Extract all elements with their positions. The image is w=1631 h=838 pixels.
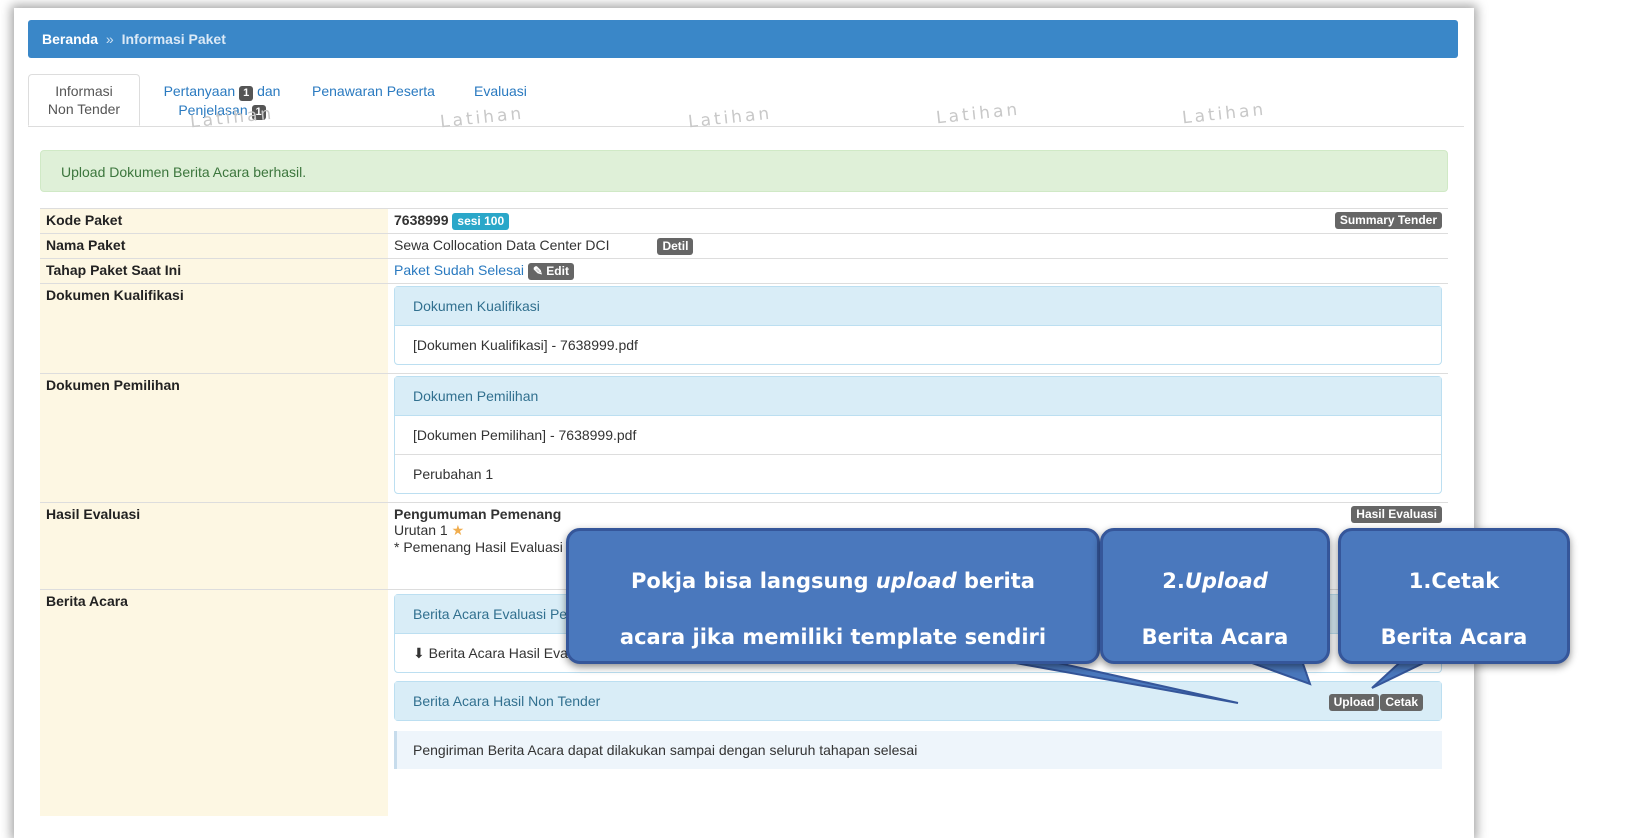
row-label: Dokumen Pemilihan [40,373,388,503]
row-label: Dokumen Kualifikasi [40,283,388,374]
edit-button[interactable]: ✎ Edit [527,263,574,280]
breadcrumb: Beranda » Informasi Paket [28,20,1458,58]
row-label: Berita Acara [40,589,388,816]
detil-button[interactable]: Detil [657,238,694,255]
callout-text: Pokja bisa langsung [631,569,876,593]
tab-evaluasi[interactable]: Evaluasi [474,82,527,100]
package-info-table: Kode Paket 7638999 sesi 100 Summary Tend… [40,208,1448,816]
callout-upload: 2.Upload Berita Acara [1100,528,1330,664]
breadcrumb-current: Informasi Paket [121,31,226,47]
panel-title: Dokumen Pemilihan [395,377,1441,416]
row-label: Kode Paket [40,208,388,234]
success-alert: Upload Dokumen Berita Acara berhasil. [40,150,1448,192]
row-label: Hasil Evaluasi [40,502,388,590]
package-name: Sewa Collocation Data Center DCI [394,237,610,253]
row-label: Tahap Paket Saat Ini [40,258,388,284]
document-link[interactable]: [Dokumen Pemilihan] - 7638999.pdf [395,416,1441,455]
callout-template-upload: Pokja bisa langsung upload berita acara … [566,528,1100,664]
table-row: Kode Paket 7638999 sesi 100 Summary Tend… [40,208,1448,234]
winner-announcement-title: Pengumuman Pemenang [394,506,562,522]
table-row: Dokumen Kualifikasi Dokumen Kualifikasi … [40,283,1448,374]
table-row: Dokumen Pemilihan Dokumen Pemilihan [Dok… [40,373,1448,503]
breadcrumb-home[interactable]: Beranda [42,31,98,47]
count-badge: 1 [239,86,254,101]
session-badge: sesi 100 [452,213,510,230]
callout-text: 1.Cetak [1408,569,1500,593]
download-icon: ⬇ [413,645,425,661]
callout-text: Berita Acara [1141,625,1289,649]
star-icon: ★ [451,522,465,538]
upload-button[interactable]: Upload [1328,694,1380,711]
callout-text: Berita Acara [1380,625,1528,649]
table-row: Tahap Paket Saat Ini Paket Sudah Selesai… [40,258,1448,284]
cetak-button[interactable]: Cetak [1380,694,1423,711]
breadcrumb-separator: » [105,31,114,47]
tab-label: dan [257,83,281,99]
callout-cetak: 1.Cetak Berita Acara [1338,528,1570,664]
table-row: Nama Paket Sewa Collocation Data Center … [40,233,1448,259]
callout-text-em: Upload [1184,569,1268,593]
stage-link[interactable]: Paket Sudah Selesai [394,262,524,278]
tab-informasi-non-tender[interactable]: Informasi Non Tender [28,74,140,126]
callout-text: acara jika memiliki template sendiri [619,625,1047,649]
edit-icon: ✎ [532,264,543,278]
pemilihan-panel: Dokumen Pemilihan [Dokumen Pemilihan] - … [394,376,1442,494]
kualifikasi-panel: Dokumen Kualifikasi [Dokumen Kualifikasi… [394,286,1442,365]
panel-header: Berita Acara Hasil Non Tender Upload Ceta… [395,682,1441,720]
rank-label: Urutan 1 [394,522,448,538]
document-link[interactable]: [Dokumen Kualifikasi] - 7638999.pdf [395,326,1441,364]
tab-label: Pertanyaan [163,83,236,99]
panel-title: Dokumen Kualifikasi [395,287,1441,326]
info-note: Pengiriman Berita Acara dapat dilakukan … [394,731,1442,769]
edit-label: Edit [546,264,569,278]
tab-penawaran-peserta[interactable]: Penawaran Peserta [312,82,435,100]
berita-acara-non-tender-panel: Berita Acara Hasil Non Tender Upload Ceta… [394,681,1442,721]
hasil-evaluasi-button[interactable]: Hasil Evaluasi [1351,506,1442,523]
callout-text: 2. [1162,569,1185,593]
summary-tender-button[interactable]: Summary Tender [1334,212,1442,229]
tab-label-line1: Informasi [55,83,113,99]
browser-content: Beranda » Informasi Paket Informasi Non … [14,8,1474,838]
callout-text-em: upload [875,569,957,593]
callout-text: berita [956,569,1035,593]
panel-title: Berita Acara Hasil Non Tender [413,693,601,709]
package-code: 7638999 [394,212,449,228]
row-label: Nama Paket [40,233,388,259]
tab-label-line2: Non Tender [47,101,121,117]
revision-item[interactable]: Perubahan 1 [395,455,1441,493]
